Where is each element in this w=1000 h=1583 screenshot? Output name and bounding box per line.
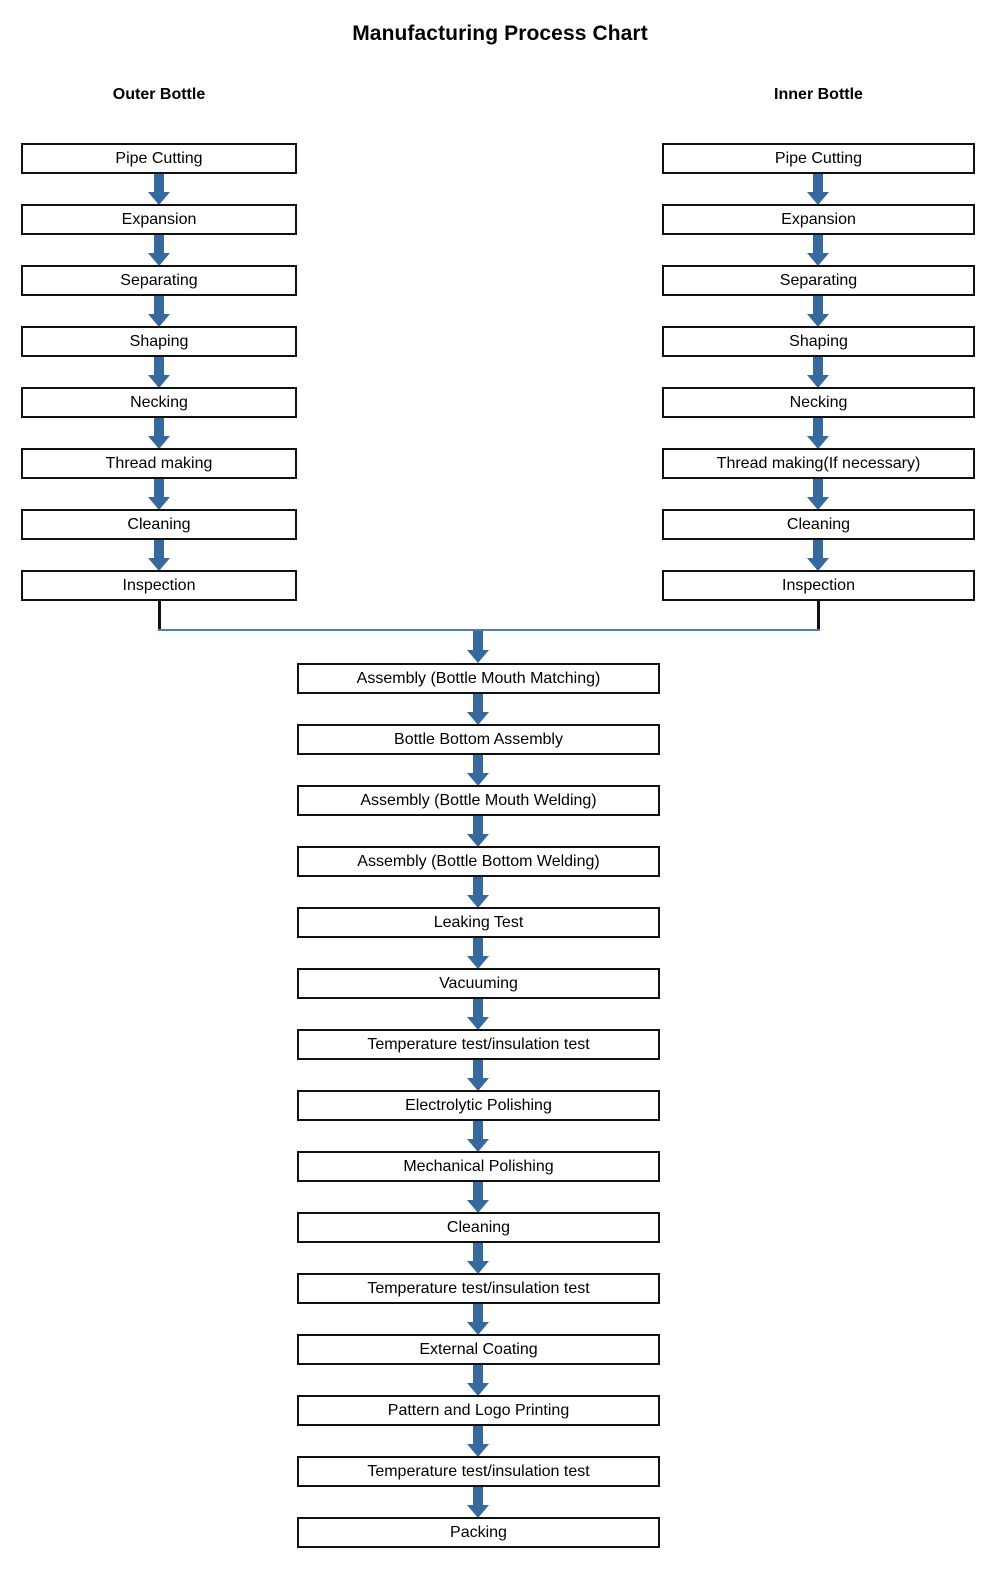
column-header-inner-bottle: Inner Bottle [774,86,863,103]
process-box-label: Cleaning [127,515,191,533]
process-box-packing: Packing [297,1517,660,1548]
process-box-label: Assembly (Bottle Mouth Matching) [356,669,601,687]
process-box-label: Necking [130,393,188,411]
process-box-expansion: Expansion [21,204,297,235]
process-box-assembly-bottle-mouth-welding: Assembly (Bottle Mouth Welding) [297,785,660,816]
process-box-leaking-test: Leaking Test [297,907,660,938]
flow-arrow-down-icon [807,357,829,388]
process-box-temperature-test-insulation-test: Temperature test/insulation test [297,1273,660,1304]
process-box-vacuuming: Vacuuming [297,968,660,999]
process-box-inspection: Inspection [21,570,297,601]
process-box-cleaning: Cleaning [21,509,297,540]
process-box-mechanical-polishing: Mechanical Polishing [297,1151,660,1182]
flow-arrow-down-icon [148,235,170,266]
process-box-label: Mechanical Polishing [403,1157,554,1175]
process-box-label: Temperature test/insulation test [367,1279,590,1297]
process-box-label: Thread making(If necessary) [716,454,921,472]
process-box-pipe-cutting: Pipe Cutting [662,143,975,174]
flow-arrow-down-icon [807,235,829,266]
merge-arrow-down-icon [467,631,489,663]
process-box-thread-making-if-necessary: Thread making(If necessary) [662,448,975,479]
process-box-label: Shaping [789,332,848,350]
process-box-electrolytic-polishing: Electrolytic Polishing [297,1090,660,1121]
process-box-necking: Necking [662,387,975,418]
process-box-label: Thread making [105,454,213,472]
flow-arrow-down-icon [148,418,170,449]
process-box-label: Inspection [122,576,196,594]
flow-arrow-down-icon [467,1182,489,1213]
flow-arrow-down-icon [467,1243,489,1274]
process-box-label: Bottle Bottom Assembly [394,730,563,748]
process-box-label: External Coating [419,1340,538,1358]
process-box-shaping: Shaping [21,326,297,357]
process-box-label: Necking [789,393,848,411]
process-box-cleaning: Cleaning [662,509,975,540]
process-box-label: Pipe Cutting [115,149,203,167]
flow-arrow-down-icon [807,540,829,571]
flow-arrow-down-icon [467,1365,489,1396]
process-box-pipe-cutting: Pipe Cutting [21,143,297,174]
process-box-expansion: Expansion [662,204,975,235]
merge-horizontal-rail [158,629,820,631]
process-box-shaping: Shaping [662,326,975,357]
merge-drop-right [817,601,820,631]
process-box-inspection: Inspection [662,570,975,601]
process-box-assembly-bottle-bottom-welding: Assembly (Bottle Bottom Welding) [297,846,660,877]
process-box-label: Inspection [782,576,855,594]
process-box-temperature-test-insulation-test: Temperature test/insulation test [297,1456,660,1487]
process-box-label: Expansion [781,210,856,228]
process-box-necking: Necking [21,387,297,418]
process-box-label: Electrolytic Polishing [405,1096,552,1114]
flow-arrow-down-icon [467,694,489,725]
flowchart-canvas: Manufacturing Process Chart Outer Bottle… [0,0,1000,1583]
process-box-label: Assembly (Bottle Bottom Welding) [357,852,600,870]
flow-arrow-down-icon [467,1060,489,1091]
process-box-label: Temperature test/insulation test [367,1462,590,1480]
page-title: Manufacturing Process Chart [352,22,648,45]
process-box-separating: Separating [662,265,975,296]
process-box-separating: Separating [21,265,297,296]
process-box-temperature-test-insulation-test: Temperature test/insulation test [297,1029,660,1060]
process-box-label: Cleaning [446,1218,511,1236]
flow-arrow-down-icon [807,418,829,449]
flow-arrow-down-icon [467,1426,489,1457]
process-box-bottle-bottom-assembly: Bottle Bottom Assembly [297,724,660,755]
flow-arrow-down-icon [807,479,829,510]
flow-arrow-down-icon [148,479,170,510]
flow-arrow-down-icon [467,1121,489,1152]
process-box-cleaning: Cleaning [297,1212,660,1243]
merge-drop-left [158,601,161,631]
flow-arrow-down-icon [148,296,170,327]
flow-arrow-down-icon [467,877,489,908]
process-box-label: Temperature test/insulation test [367,1035,590,1053]
flow-arrow-down-icon [467,755,489,786]
process-box-label: Separating [779,271,858,289]
process-box-label: Separating [120,271,198,289]
flow-arrow-down-icon [467,1304,489,1335]
flow-arrow-down-icon [467,816,489,847]
process-box-label: Shaping [129,332,189,350]
flow-arrow-down-icon [807,296,829,327]
process-box-external-coating: External Coating [297,1334,660,1365]
process-box-assembly-bottle-mouth-matching: Assembly (Bottle Mouth Matching) [297,663,660,694]
process-box-thread-making: Thread making [21,448,297,479]
process-box-label: Cleaning [786,515,851,533]
process-box-label: Assembly (Bottle Mouth Welding) [360,791,597,809]
process-box-label: Pipe Cutting [774,149,863,167]
process-box-label: Pattern and Logo Printing [387,1401,570,1419]
flow-arrow-down-icon [807,174,829,205]
flow-arrow-down-icon [148,174,170,205]
process-box-label: Vacuuming [439,974,518,992]
column-header-outer-bottle: Outer Bottle [112,86,206,103]
process-box-label: Expansion [121,210,197,228]
flow-arrow-down-icon [467,1487,489,1518]
flow-arrow-down-icon [467,938,489,969]
process-box-label: Leaking Test [433,913,524,931]
flow-arrow-down-icon [148,357,170,388]
process-box-label: Packing [450,1523,507,1541]
flow-arrow-down-icon [467,999,489,1030]
process-box-pattern-and-logo-printing: Pattern and Logo Printing [297,1395,660,1426]
flow-arrow-down-icon [148,540,170,571]
